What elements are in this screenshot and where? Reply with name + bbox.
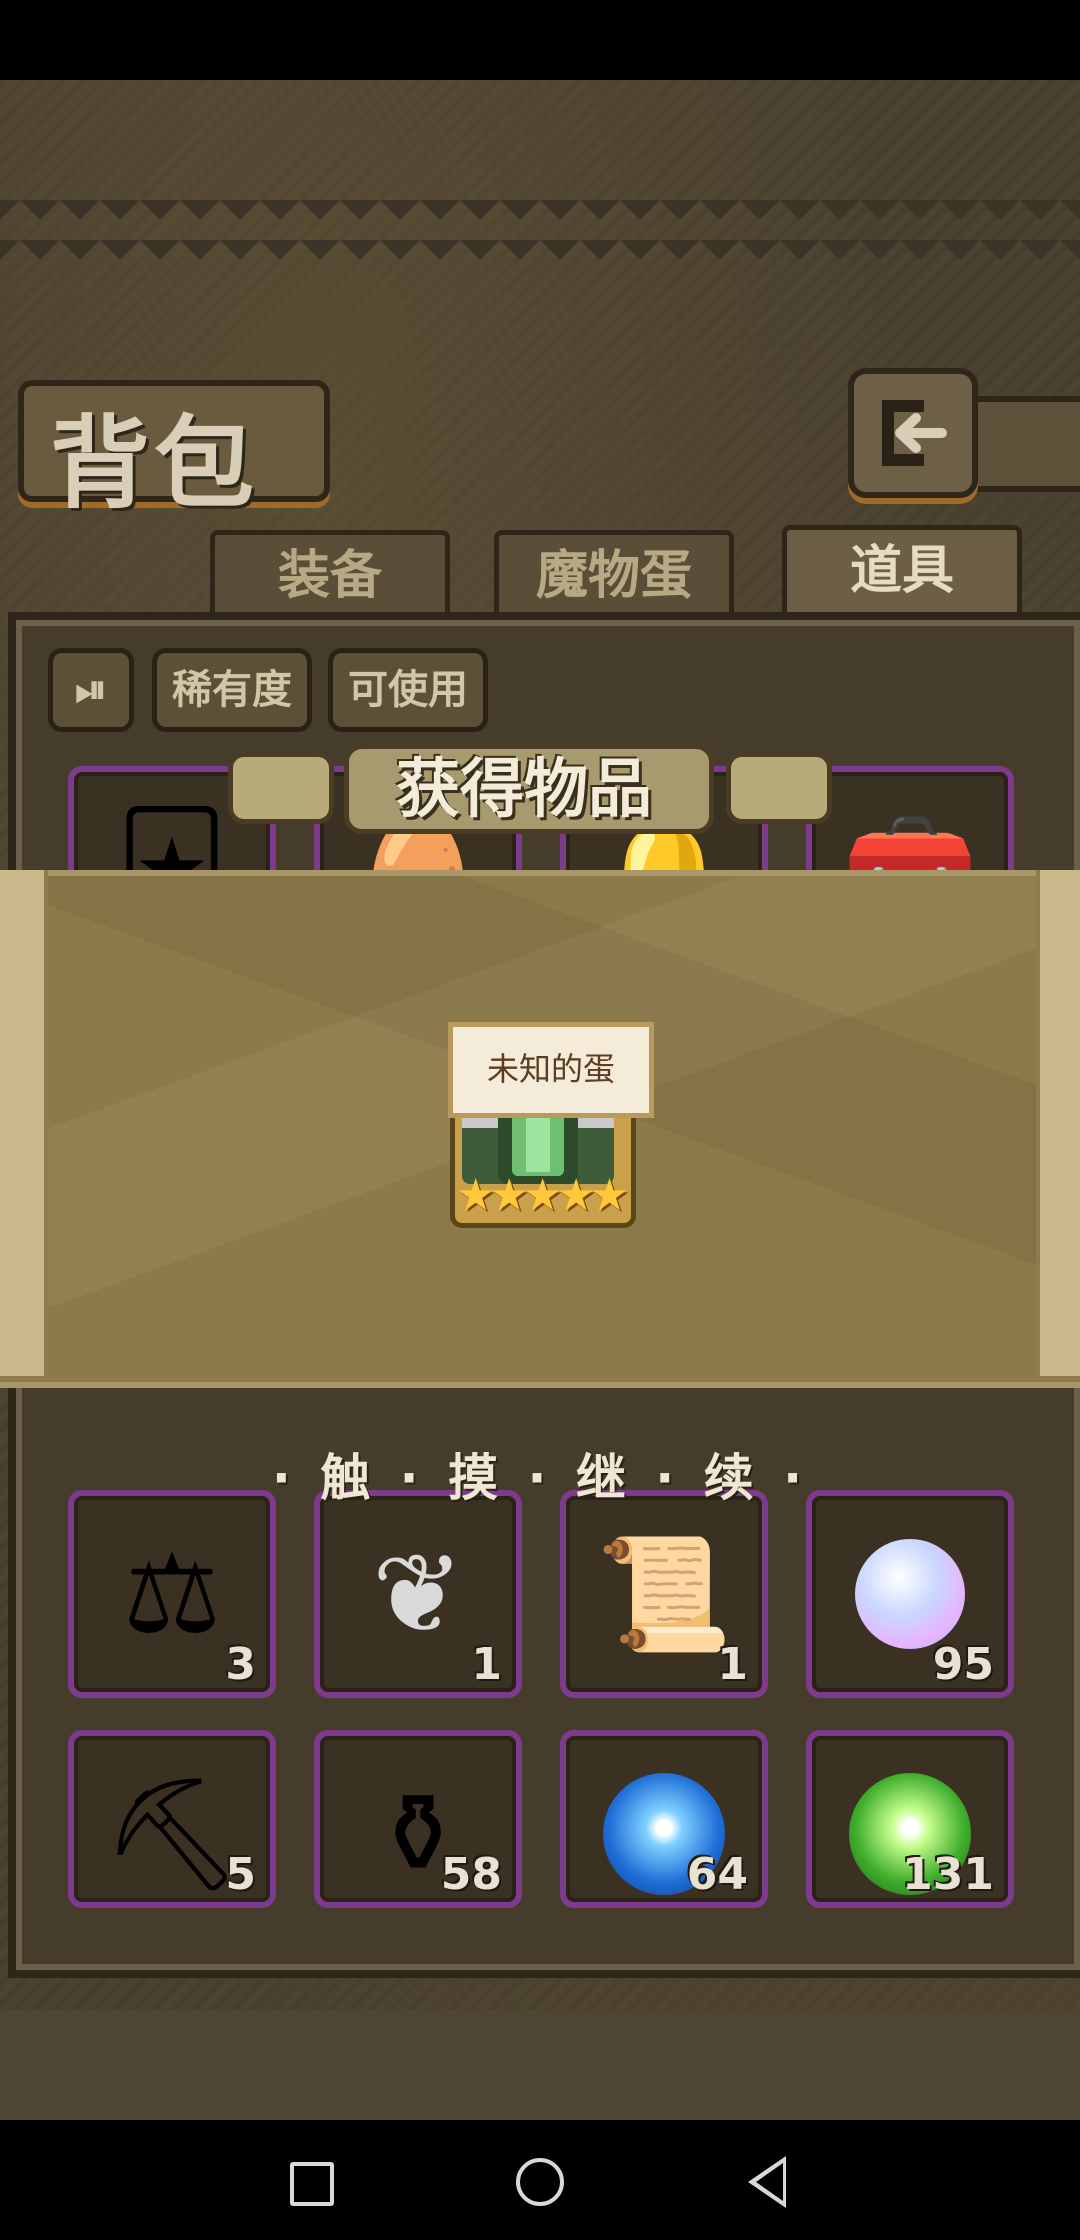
reward-band-edge-right — [1036, 870, 1080, 1376]
rarity-filter-button[interactable]: 稀有度 — [152, 648, 312, 732]
tab-monster-egg[interactable]: 魔物蛋 — [494, 530, 734, 617]
inventory-slot[interactable]: ⚖ 3 — [68, 1490, 276, 1698]
item-count: 95 — [932, 1639, 994, 1690]
touch-to-continue-hint[interactable]: · 触 · 摸 · 继 · 续 · — [0, 1438, 1080, 1510]
tab-monster-egg-label: 魔物蛋 — [535, 546, 692, 606]
sort-toggle-button[interactable]: ⏯ — [48, 648, 134, 732]
title-deco-left — [228, 752, 334, 824]
reward-band-edge-left — [0, 870, 48, 1376]
tab-equipment-label: 装备 — [277, 546, 382, 606]
sort-icon: ⏯ — [75, 667, 107, 713]
tab-equipment[interactable]: 装备 — [210, 530, 450, 617]
page-title: 背包 — [50, 404, 258, 522]
item-count: 1 — [717, 1639, 748, 1690]
usable-filter-label: 可使用 — [348, 667, 468, 713]
status-bar — [0, 0, 1080, 80]
inventory-slot[interactable]: 95 — [806, 1490, 1014, 1698]
item-count: 58 — [440, 1849, 502, 1900]
inventory-slot[interactable]: 64 — [560, 1730, 768, 1908]
inventory-slot[interactable]: ❦ 1 — [314, 1490, 522, 1698]
item-count: 131 — [902, 1849, 994, 1900]
inventory-slot[interactable]: 131 — [806, 1730, 1014, 1908]
reward-stars: ★★★★★ — [456, 1170, 629, 1221]
potion-icon: ⚱ — [371, 1770, 465, 1898]
item-count: 64 — [686, 1849, 748, 1900]
blue-orb-icon — [566, 1736, 762, 1932]
inventory-slot[interactable]: ⚱ 58 — [314, 1730, 522, 1908]
square-icon[interactable] — [290, 2162, 334, 2206]
tab-items-label: 道具 — [849, 541, 954, 601]
item-count: 5 — [225, 1849, 256, 1900]
item-count: 1 — [471, 1639, 502, 1690]
reward-name: 未知的蛋 — [486, 1050, 615, 1088]
triangle-back-icon-inner — [756, 2163, 783, 2201]
green-orb-icon — [812, 1736, 1008, 1932]
zigzag-border-bottom — [0, 2010, 1080, 2120]
obtain-title: 获得物品 — [396, 752, 652, 827]
inventory-slot[interactable]: ⛏ 5 — [68, 1730, 276, 1908]
back-arrow-icon — [882, 400, 947, 466]
back-button[interactable] — [848, 368, 978, 498]
inventory-slot[interactable]: 📜 1 — [560, 1490, 768, 1698]
tab-items[interactable]: 道具 — [782, 525, 1022, 625]
zigzag-border-top — [0, 200, 1080, 260]
rarity-filter-label: 稀有度 — [172, 667, 292, 713]
circle-icon[interactable] — [516, 2158, 564, 2206]
item-count: 3 — [225, 1639, 256, 1690]
pickaxe-icon: ⛏ — [102, 1769, 242, 1898]
back-button-rail — [968, 396, 1080, 492]
usable-filter-button[interactable]: 可使用 — [328, 648, 488, 732]
title-deco-right — [726, 752, 832, 824]
